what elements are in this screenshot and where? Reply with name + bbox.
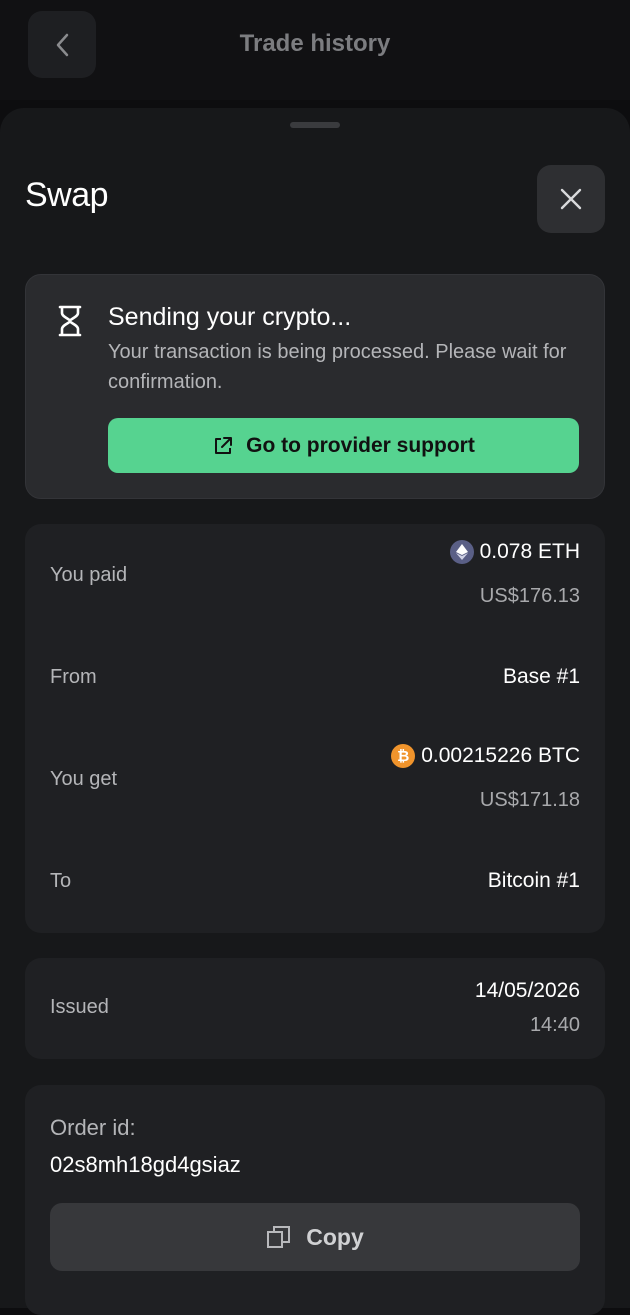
from-value: Base #1 [502,665,580,688]
order-id-value: 02s8mh18gd4gsiaz [50,1152,241,1177]
to-label: To [50,870,72,892]
sheet-title: Swap [25,176,109,214]
issued-label: Issued [50,996,109,1018]
status-title: Sending your crypto... [108,303,352,331]
paid-amount: 0.078 ETH [479,540,580,563]
issued-card: Issued 14/05/2026 14:40 [25,958,605,1059]
sheet-drag-handle[interactable] [290,122,340,128]
to-value: Bitcoin #1 [487,869,580,892]
paid-fiat: US$176.13 [479,585,580,607]
status-card: Sending your crypto... Your transaction … [25,274,605,499]
paid-label: You paid [50,564,128,586]
get-label: You get [50,768,118,790]
ethereum-icon [449,540,474,564]
order-card: Order id: 02s8mh18gd4gsiaz Copy [25,1085,605,1315]
order-id-label: Order id: [50,1115,136,1140]
bitcoin-icon: ₿ [391,744,416,768]
top-bar: Trade history [0,0,630,100]
external-link-icon [215,436,233,454]
copy-label: Copy [306,1223,364,1250]
get-amount: 0.00215226 BTC [421,744,580,767]
close-button[interactable] [537,165,605,233]
copy-icon [267,1226,291,1248]
copy-button[interactable]: Copy [50,1203,580,1271]
issued-time: 14:40 [529,1014,580,1036]
hourglass-icon [58,305,82,337]
get-amount-row: ₿ 0.00215226 BTC [391,744,580,768]
swap-sheet: Swap Sending your crypto... Your transac… [0,108,630,1315]
issued-date: 14/05/2026 [474,979,580,1002]
swap-details-card: You paid 0.078 ETH US$176.13 From Base #… [25,524,605,933]
close-icon [560,188,582,210]
page-title: Trade history [239,30,391,57]
provider-support-label: Go to provider support [246,433,475,457]
get-fiat: US$171.18 [479,789,580,811]
status-description: Your transaction is being processed. Ple… [108,341,567,393]
paid-amount-row: 0.078 ETH [449,540,580,564]
provider-support-button[interactable]: Go to provider support [108,418,579,473]
from-label: From [50,666,97,688]
